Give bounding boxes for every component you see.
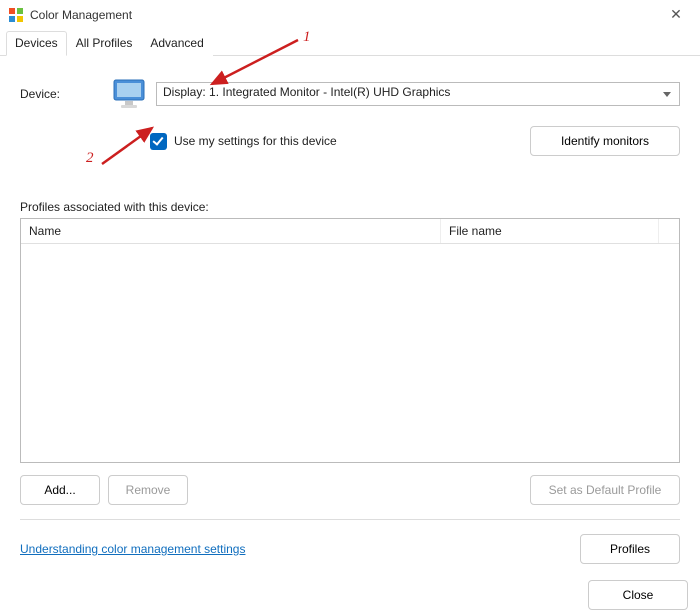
profiles-associated-label: Profiles associated with this device: [20, 200, 680, 214]
column-header-filename[interactable]: File name [441, 219, 659, 243]
close-button-footer[interactable]: Close [588, 580, 688, 610]
tab-advanced[interactable]: Advanced [141, 31, 212, 56]
device-dropdown[interactable]: Display: 1. Integrated Monitor - Intel(R… [156, 82, 680, 106]
use-my-settings-checkbox[interactable] [150, 133, 167, 150]
add-button[interactable]: Add... [20, 475, 100, 505]
device-selected-text: Display: 1. Integrated Monitor - Intel(R… [163, 85, 450, 99]
window-title: Color Management [30, 8, 132, 22]
tab-all-profiles[interactable]: All Profiles [67, 31, 142, 56]
understanding-link[interactable]: Understanding color management settings [20, 542, 245, 556]
column-header-spacer [659, 219, 679, 243]
divider [20, 519, 680, 520]
color-mgmt-icon [8, 7, 24, 23]
listview-header: Name File name [21, 219, 679, 244]
set-default-profile-button: Set as Default Profile [530, 475, 680, 505]
device-label: Device: [20, 87, 110, 101]
remove-button: Remove [108, 475, 188, 505]
title-bar: Color Management ✕ [0, 0, 700, 30]
profiles-button[interactable]: Profiles [580, 534, 680, 564]
close-button[interactable]: ✕ [664, 6, 688, 23]
identify-monitors-button[interactable]: Identify monitors [530, 126, 680, 156]
tab-strip: Devices All Profiles Advanced [0, 30, 700, 56]
profiles-listview[interactable]: Name File name [20, 218, 680, 463]
use-my-settings-label: Use my settings for this device [174, 134, 337, 148]
tab-devices[interactable]: Devices [6, 31, 67, 56]
monitor-icon [110, 76, 150, 112]
column-header-name[interactable]: Name [21, 219, 441, 243]
